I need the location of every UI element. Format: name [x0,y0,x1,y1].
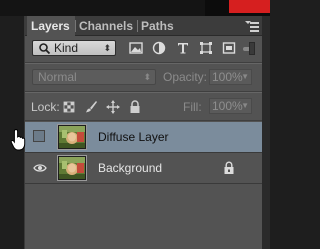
layer-name[interactable]: Diffuse Layer [98,122,168,152]
shape-filter-icon[interactable] [198,40,214,56]
tab-label: Paths [141,19,174,33]
panel-right-edge [262,16,270,249]
filter-toggle-switch[interactable] [249,42,255,55]
chevron-down-icon: ▼ [241,101,249,110]
layer-lock-icon [224,161,234,174]
blend-mode-select[interactable]: Normal ⬍ [32,69,156,85]
row-divider [25,92,262,93]
lock-transparent-pixels-icon[interactable] [61,99,77,115]
fill-label: Fill: [183,100,202,114]
eye-icon[interactable] [33,161,47,175]
layer-visibility-toggle[interactable] [33,130,47,144]
opacity-value: 100% [212,70,243,84]
layer-thumbnail [57,155,87,181]
layer-row-diffuse-layer[interactable]: Diffuse Layer [25,122,262,152]
row-divider [25,120,262,121]
adjustment-filter-icon[interactable] [151,40,167,56]
foreground-color-swatch[interactable] [229,0,270,13]
search-icon [39,43,51,55]
photoshop-layers-panel-screenshot: × Layers Channels Paths Kind ⬍ [0,0,270,249]
tab-label: Channels [79,19,134,33]
type-filter-icon[interactable] [175,40,191,56]
row-divider [25,183,262,184]
layers-panel: × Layers Channels Paths Kind ⬍ [25,16,262,249]
hand-cursor-icon [10,128,26,151]
lock-all-icon[interactable] [127,99,143,115]
panel-menu-icon[interactable] [245,21,259,33]
panel-tab-bar: × Layers Channels Paths [25,16,262,37]
tab-layers[interactable]: Layers [27,16,75,37]
tab-label: Layers [31,19,70,33]
layer-thumbnail-image [59,157,85,179]
opacity-label: Opacity: [163,70,208,84]
tab-channels[interactable]: Channels [75,16,137,36]
chevron-updown-icon: ⬍ [103,43,111,53]
filter-kind-label: Kind [54,41,79,55]
layer-thumbnail [57,124,87,150]
tab-paths[interactable]: Paths [137,16,177,36]
chevron-updown-icon: ⬍ [143,72,151,82]
filter-kind-select[interactable]: Kind ⬍ [32,40,116,56]
row-divider [25,63,262,64]
visibility-empty-box [33,130,45,142]
move-icon[interactable] [105,99,121,115]
chevron-down-icon: ▼ [241,72,249,81]
layer-thumbnail-image [59,126,85,148]
fill-field[interactable]: 100% ▼ [209,98,252,114]
layer-name[interactable]: Background [98,153,162,183]
lock-label: Lock: [31,100,60,114]
smart-object-filter-icon[interactable] [221,40,237,56]
layer-row-background[interactable]: Background [25,153,262,183]
blend-mode-value: Normal [38,70,77,84]
brush-icon[interactable] [83,99,99,115]
image-filter-icon[interactable] [128,40,144,56]
opacity-field[interactable]: 100% ▼ [209,69,252,85]
fill-value: 100% [212,99,243,113]
